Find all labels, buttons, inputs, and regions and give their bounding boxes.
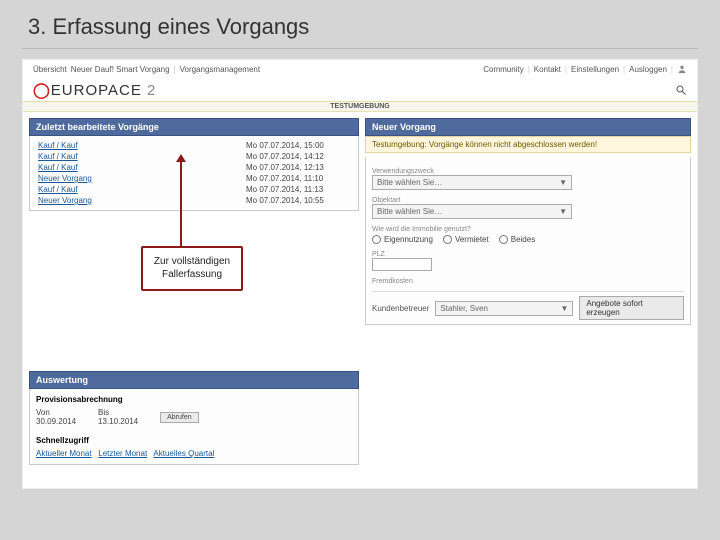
chevron-down-icon: ▼: [559, 207, 567, 216]
from-value[interactable]: 30.09.2014: [36, 417, 76, 426]
title-underline: [22, 48, 698, 49]
vz-select-value: Bitte wählen Sie…: [377, 178, 442, 187]
radio-own-input[interactable]: [372, 235, 381, 244]
recent-name[interactable]: Neuer Vorgang: [30, 195, 238, 206]
user-icon[interactable]: [677, 64, 687, 74]
kb-label: Kundenbetreuer: [372, 304, 429, 313]
report-body: Provisionsabrechnung Von 30.09.2014 Bis …: [29, 389, 359, 465]
nav-separator: |: [565, 65, 567, 74]
recent-date: Mo 07.07.2014, 10:55: [238, 195, 358, 206]
plz-input[interactable]: [372, 258, 432, 271]
recent-name[interactable]: Neuer Vorgang: [30, 173, 238, 184]
nav-settings[interactable]: Einstellungen: [571, 65, 619, 74]
table-row[interactable]: Kauf / KaufMo 07.07.2014, 15:00: [30, 140, 358, 151]
table-row[interactable]: Neuer VorgangMo 07.07.2014, 10:55: [30, 195, 358, 206]
generate-offers-button[interactable]: Angebote sofort erzeugen: [579, 296, 684, 320]
radio-rent[interactable]: Vermietet: [443, 235, 489, 244]
nav-separator: |: [528, 65, 530, 74]
nav-logout[interactable]: Ausloggen: [629, 65, 667, 74]
recent-header: Zuletzt bearbeitete Vorgänge: [29, 118, 359, 136]
nav-separator: |: [174, 65, 176, 74]
newcase-form: Verwendungszweck Bitte wählen Sie… ▼ Obje…: [365, 157, 691, 325]
nav-separator: |: [623, 65, 625, 74]
plz-label: PLZ: [372, 251, 385, 258]
recent-date: Mo 07.07.2014, 15:00: [238, 140, 358, 151]
recent-name[interactable]: Kauf / Kauf: [30, 140, 238, 151]
nav-management[interactable]: Vorgangsmanagement: [180, 65, 261, 74]
recent-date: Mo 07.07.2014, 12:13: [238, 162, 358, 173]
callout-arrow-icon: [180, 160, 182, 246]
nav-separator: |: [671, 65, 673, 74]
vz-select[interactable]: Bitte wählen Sie… ▼: [372, 175, 572, 190]
logo-text: EUROPACE: [51, 82, 142, 99]
shortcut-current-month[interactable]: Aktueller Monat: [36, 449, 92, 458]
radio-both-input[interactable]: [499, 235, 508, 244]
recent-date: Mo 07.07.2014, 11:13: [238, 184, 358, 195]
recent-date: Mo 07.07.2014, 11:10: [238, 173, 358, 184]
top-nav: Übersicht Neuer Dauf! Smart Vorgang | Vo…: [23, 60, 697, 78]
shortcut-label: Schnellzugriff: [36, 436, 352, 445]
radio-rent-input[interactable]: [443, 235, 452, 244]
testenv-warning: Testumgebung: Vorgänge können nicht abge…: [365, 136, 691, 153]
shortcut-current-quarter[interactable]: Aktuelles Quartal: [153, 449, 214, 458]
screenshot-frame: Übersicht Neuer Dauf! Smart Vorgang | Vo…: [22, 59, 698, 489]
nav-community[interactable]: Community: [483, 65, 523, 74]
nav-overview[interactable]: Übersicht: [33, 65, 67, 74]
obj-select-value: Bitte wählen Sie…: [377, 207, 442, 216]
kb-select[interactable]: Stahler, Sven ▼: [435, 301, 573, 316]
table-row[interactable]: Kauf / KaufMo 07.07.2014, 11:13: [30, 184, 358, 195]
environment-banner: TESTUMGEBUNG: [23, 102, 697, 112]
recent-date: Mo 07.07.2014, 14:12: [238, 151, 358, 162]
from-label: Von: [36, 408, 76, 417]
chevron-down-icon: ▼: [559, 178, 567, 187]
chevron-down-icon: ▼: [560, 304, 568, 313]
logo-mark-icon: ◯: [33, 82, 51, 99]
to-value[interactable]: 13.10.2014: [98, 417, 138, 426]
recent-list: Kauf / KaufMo 07.07.2014, 15:00 Kauf / K…: [29, 136, 359, 211]
radio-rent-label: Vermietet: [455, 235, 489, 244]
fetch-button[interactable]: Abrufen: [160, 412, 199, 423]
nav-new-smart[interactable]: Neuer Dauf! Smart Vorgang: [71, 65, 170, 74]
radio-own[interactable]: Eigennutzung: [372, 235, 433, 244]
newcase-header: Neuer Vorgang: [365, 118, 691, 136]
radio-both-label: Beides: [511, 235, 535, 244]
shortcut-last-month[interactable]: Letzter Monat: [98, 449, 147, 458]
recent-name[interactable]: Kauf / Kauf: [30, 162, 238, 173]
radio-own-label: Eigennutzung: [384, 235, 433, 244]
slide-title: 3. Erfassung eines Vorgangs: [0, 0, 720, 40]
radio-both[interactable]: Beides: [499, 235, 535, 244]
obj-label: Objektart: [372, 197, 400, 204]
search-icon[interactable]: [675, 84, 687, 96]
vz-label: Verwendungszweck: [372, 168, 434, 175]
obj-select[interactable]: Bitte wählen Sie… ▼: [372, 204, 572, 219]
table-row[interactable]: Neuer VorgangMo 07.07.2014, 11:10: [30, 173, 358, 184]
recent-name[interactable]: Kauf / Kauf: [30, 151, 238, 162]
table-row[interactable]: Kauf / KaufMo 07.07.2014, 12:13: [30, 162, 358, 173]
brand-logo[interactable]: ◯EUROPACE 2: [33, 81, 156, 99]
fk-label: Fremdkosten: [372, 278, 413, 285]
kb-select-value: Stahler, Sven: [440, 304, 488, 313]
table-row[interactable]: Kauf / KaufMo 07.07.2014, 14:12: [30, 151, 358, 162]
logo-row: ◯EUROPACE 2: [23, 78, 697, 102]
logo-suffix: 2: [147, 82, 156, 99]
nav-contact[interactable]: Kontakt: [534, 65, 561, 74]
callout-box: Zur vollständigen Fallerfassung: [141, 246, 243, 291]
report-header: Auswertung: [29, 371, 359, 389]
use-label: Wie wird die Immobilie genutzt?: [372, 226, 471, 233]
commission-section: Provisionsabrechnung: [36, 395, 352, 404]
recent-name[interactable]: Kauf / Kauf: [30, 184, 238, 195]
to-label: Bis: [98, 408, 138, 417]
